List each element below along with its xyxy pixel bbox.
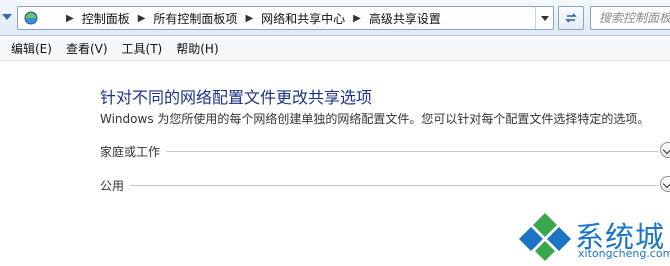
address-dropdown-button[interactable] <box>535 7 553 29</box>
page-description: Windows 为您所使用的每个网络创建单独的网络配置文件。您可以针对每个配置文… <box>100 112 650 126</box>
breadcrumb-advanced-sharing[interactable]: 高级共享设置 <box>369 10 441 27</box>
section-divider <box>100 151 658 152</box>
section-label[interactable]: 公用 <box>100 177 131 194</box>
breadcrumb-separator-icon[interactable]: ▶ <box>66 13 74 24</box>
control-panel-icon <box>24 11 38 25</box>
breadcrumb-control-panel[interactable]: 控制面板 <box>82 10 130 27</box>
watermark-logo-icon <box>519 213 571 261</box>
section-divider <box>100 185 658 186</box>
menu-edit[interactable]: 编辑(E) <box>4 39 59 59</box>
expand-chevron-icon[interactable] <box>660 142 670 158</box>
address-toolbar: ▶ 控制面板 ▶ 所有控制面板项 ▶ 网络和共享中心 ▶ 高级共享设置 <box>0 0 670 36</box>
menu-tools[interactable]: 工具(T) <box>115 39 170 59</box>
breadcrumb-all-items[interactable]: 所有控制面板项 <box>153 10 237 27</box>
menu-bar: 编辑(E) 查看(V) 工具(T) 帮助(H) <box>0 37 670 61</box>
breadcrumb-separator-icon[interactable]: ▶ <box>245 13 253 24</box>
refresh-icon <box>565 13 577 23</box>
search-box[interactable] <box>590 6 670 30</box>
menu-help[interactable]: 帮助(H) <box>169 39 225 59</box>
section-public[interactable]: 公用 <box>100 176 670 194</box>
chevron-down-icon <box>540 15 549 21</box>
page-title: 针对不同的网络配置文件更改共享选项 <box>100 88 373 107</box>
section-home-work[interactable]: 家庭或工作 <box>100 142 670 160</box>
breadcrumb-separator-icon[interactable]: ▶ <box>353 13 361 24</box>
history-dropdown-icon[interactable] <box>2 14 12 20</box>
breadcrumb: ▶ 控制面板 ▶ 所有控制面板项 ▶ 网络和共享中心 ▶ 高级共享设置 <box>58 7 441 29</box>
search-input[interactable] <box>591 7 670 29</box>
menu-view[interactable]: 查看(V) <box>59 39 115 59</box>
section-label[interactable]: 家庭或工作 <box>100 143 167 160</box>
address-bar[interactable]: ▶ 控制面板 ▶ 所有控制面板项 ▶ 网络和共享中心 ▶ 高级共享设置 <box>17 6 554 30</box>
breadcrumb-separator-icon[interactable]: ▶ <box>138 13 146 24</box>
breadcrumb-network-sharing-center[interactable]: 网络和共享中心 <box>261 10 345 27</box>
expand-chevron-icon[interactable] <box>660 176 670 192</box>
refresh-button[interactable] <box>558 6 584 30</box>
watermark-url: xitongcheng.com <box>578 247 670 260</box>
